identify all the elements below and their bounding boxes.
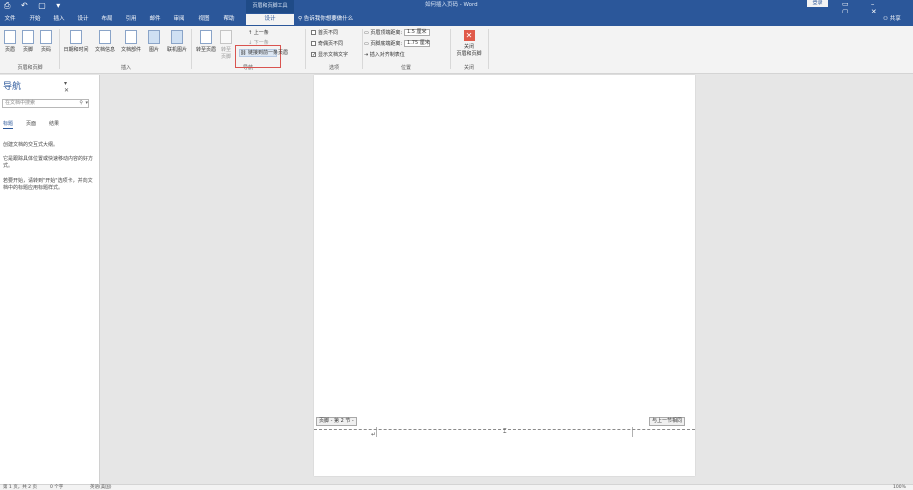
text-cursor-icon: ⌶: [503, 428, 507, 435]
pictures-button[interactable]: 图片: [145, 30, 163, 53]
context-tool-title: 页眉和页脚工具: [246, 0, 294, 13]
online-pictures-button[interactable]: 联机图片: [164, 30, 190, 53]
page-number-button[interactable]: 页码: [38, 30, 54, 53]
ribbon-divider: [191, 29, 192, 69]
tab-file[interactable]: 文件: [2, 14, 18, 25]
tab-header-footer-design[interactable]: 设计: [246, 14, 294, 25]
ribbon-divider: [488, 29, 489, 69]
ribbon-divider: [59, 29, 60, 69]
navigation-help-text: 若要开始，请转到"开始"选项卡，并向文档中的标题应用标题样式。: [3, 178, 93, 191]
nav-tab-pages[interactable]: 页面: [26, 120, 36, 127]
different-odd-even-checkbox[interactable]: 奇偶页不同: [311, 40, 343, 47]
tab-insert[interactable]: 插入: [50, 14, 68, 25]
group-options-label: 选项: [328, 65, 339, 71]
goto-footer-icon: [220, 30, 232, 44]
close-icon: ✕: [463, 30, 475, 41]
previous-button[interactable]: ↑ 上一条: [248, 29, 269, 36]
navigation-pane-controls[interactable]: ▾ ✕: [64, 80, 99, 94]
goto-footer-button[interactable]: 转至页脚: [219, 30, 233, 60]
navigation-pane-title: 导航: [3, 82, 22, 92]
same-as-previous-label: 与上一节相同: [649, 417, 686, 426]
tab-references[interactable]: 引用: [122, 14, 140, 25]
document-title: 如何插入页码 - Word: [425, 2, 478, 8]
tab-design[interactable]: 设计: [74, 14, 92, 25]
navigation-search-input[interactable]: 在文档中搜索 ⚲ ▾: [2, 99, 89, 108]
calendar-icon: [70, 30, 82, 44]
paragraph-mark-icon: ↵: [371, 431, 377, 438]
word-count-status[interactable]: 0 个字: [50, 485, 63, 490]
date-time-button[interactable]: 日期和时间: [61, 30, 91, 53]
different-first-page-checkbox[interactable]: 首页不同: [311, 29, 338, 36]
title-bar: ⎙ ↶ ▢ ▾ 页眉和页脚工具 如何插入页码 - Word 登录 ▭ – ▢ ✕: [0, 0, 913, 16]
page-number-icon: [40, 30, 52, 44]
goto-header-icon: [200, 30, 212, 44]
checkbox-unchecked-icon: [311, 41, 316, 46]
ribbon-divider: [305, 29, 306, 69]
tab-layout[interactable]: 布局: [98, 14, 116, 25]
nav-tab-headings[interactable]: 标题: [3, 120, 14, 129]
quick-access-toolbar[interactable]: ⎙ ↶ ▢ ▾: [4, 1, 64, 11]
footer-section-label: 页脚 - 第 2 节 -: [316, 417, 357, 426]
footer-distance-row: ▭ 页脚底端距离: 1.75 厘米: [364, 40, 431, 47]
tab-review[interactable]: 审阅: [170, 14, 188, 25]
show-document-text-checkbox[interactable]: ✓ 显示文档文字: [311, 51, 348, 58]
tab-view[interactable]: 视图: [195, 14, 213, 25]
status-bar: 第 1 页，共 2 页 0 个字 英语(美国) 100%: [0, 484, 913, 490]
document-info-button[interactable]: 文档信息: [93, 30, 117, 53]
insert-alignment-tab-button[interactable]: ⇥ 插入对齐制表位: [364, 51, 405, 58]
ribbon: 页眉 页脚 页码 页眉和页脚 日期和时间 文档信息 文档部件 图片 联机图片 插…: [0, 26, 913, 74]
group-close-label: 关闭: [463, 65, 474, 71]
tab-mailings[interactable]: 邮件: [146, 14, 164, 25]
ribbon-divider: [450, 29, 451, 69]
tab-help[interactable]: 帮助: [220, 14, 238, 25]
quick-parts-icon: [125, 30, 137, 44]
navigation-help-text: 它是跟踪具体位置或快速移动内容的好方式。: [3, 156, 94, 169]
person-icon: ⚇: [883, 16, 890, 22]
search-icon: ⚲: [79, 100, 83, 106]
checkbox-unchecked-icon: [311, 30, 316, 35]
navigation-help-text: 创建文档的交互式大纲。: [3, 142, 59, 148]
login-button[interactable]: 登录: [807, 0, 828, 7]
tab-home[interactable]: 开始: [26, 14, 44, 25]
group-position-label: 位置: [400, 65, 411, 71]
language-status[interactable]: 英语(美国): [90, 485, 112, 490]
link-to-previous-button[interactable]: ⛓ 链接到前一条页眉: [239, 49, 288, 57]
close-header-footer-button[interactable]: ✕ 关闭 页眉和页脚: [452, 30, 486, 57]
share-button[interactable]: ⚇ 共享: [883, 14, 901, 25]
checkbox-checked-icon: ✓: [311, 52, 317, 58]
footer-icon: [22, 30, 34, 44]
picture-icon: [148, 30, 160, 44]
header-distance-input[interactable]: 1.5 厘米: [404, 29, 431, 36]
header-icon: [4, 30, 16, 44]
document-page[interactable]: 页脚 - 第 2 节 - 与上一节相同 ⌶ ↵: [314, 75, 695, 476]
ribbon-tabs: 文件 开始 插入 设计 布局 引用 邮件 审阅 视图 帮助 设计 ⚲ 告诉我你想…: [0, 13, 913, 26]
document-area: 页脚 - 第 2 节 - 与上一节相同 ⌶ ↵: [101, 75, 913, 484]
document-info-icon: [99, 30, 111, 44]
zoom-level[interactable]: 100%: [893, 485, 906, 490]
header-button[interactable]: 页眉: [2, 30, 18, 53]
footer-distance-input[interactable]: 1.75 厘米: [404, 40, 431, 47]
goto-header-button[interactable]: 转至页眉: [193, 30, 219, 53]
group-insert-label: 插入: [120, 65, 131, 71]
online-picture-icon: [171, 30, 183, 44]
tell-me-search[interactable]: ⚲ 告诉我你想要做什么: [298, 14, 353, 25]
chevron-down-icon[interactable]: ▾: [85, 100, 88, 107]
ribbon-divider: [362, 29, 363, 69]
link-icon: ⛓: [240, 50, 248, 56]
group-header-footer-label: 页眉和页脚: [17, 65, 43, 71]
quick-parts-button[interactable]: 文档部件: [119, 30, 143, 53]
footer-button[interactable]: 页脚: [20, 30, 36, 53]
page-count-status[interactable]: 第 1 页，共 2 页: [3, 485, 37, 490]
nav-tab-results[interactable]: 结果: [49, 120, 59, 127]
navigation-pane: 导航 ▾ ✕ 在文档中搜索 ⚲ ▾ 标题 页面 结果 创建文档的交互式大纲。 它…: [0, 75, 100, 484]
header-distance-row: ▭ 页眉顶端距离: 1.5 厘米: [364, 29, 431, 36]
